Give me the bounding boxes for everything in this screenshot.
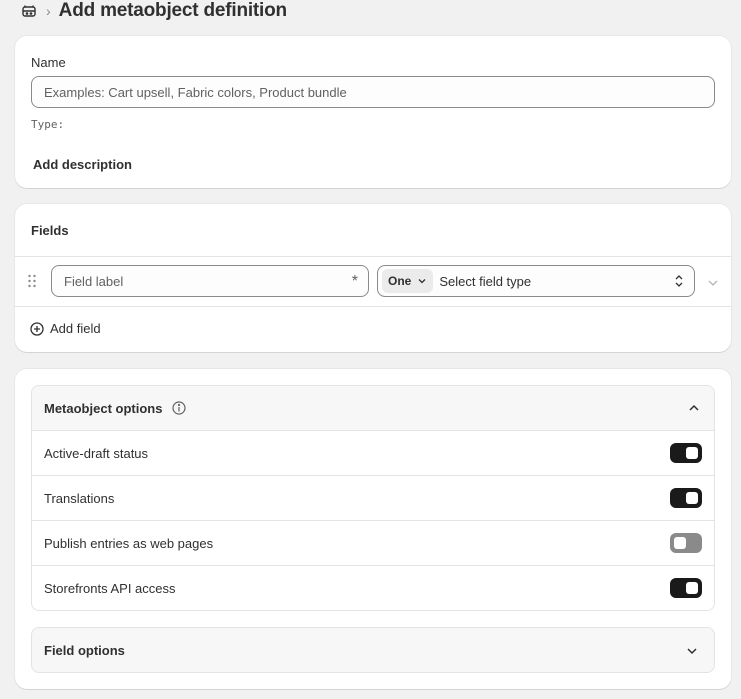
- type-label: Type:: [31, 118, 65, 131]
- divider: [15, 306, 731, 307]
- option-row-translations: Translations: [32, 476, 714, 521]
- metaobject-options-section: Metaobject options Active-draft status T…: [31, 385, 715, 611]
- option-label: Translations: [44, 490, 115, 506]
- metaobject-options-header[interactable]: Metaobject options: [32, 386, 714, 431]
- translations-toggle[interactable]: [670, 488, 702, 508]
- select-arrows-icon: [674, 274, 684, 291]
- active-draft-toggle[interactable]: [670, 443, 702, 463]
- fields-title: Fields: [31, 223, 69, 238]
- breadcrumb-separator: ›: [46, 3, 51, 19]
- option-row-publish-web-pages: Publish entries as web pages: [32, 521, 714, 566]
- add-description-button[interactable]: Add description: [33, 157, 132, 172]
- add-field-button[interactable]: Add field: [30, 321, 101, 336]
- metaobject-icon[interactable]: [20, 2, 38, 20]
- required-asterisk-icon: *: [351, 273, 358, 290]
- field-label-input[interactable]: Field label *: [51, 265, 369, 297]
- chevron-down-icon[interactable]: [686, 644, 698, 659]
- field-type-select[interactable]: One Select field type: [377, 265, 695, 297]
- option-row-active-draft: Active-draft status: [32, 431, 714, 476]
- name-label: Name: [31, 55, 66, 70]
- field-label-placeholder: Field label: [64, 273, 124, 289]
- field-options-section[interactable]: Field options: [31, 627, 715, 673]
- storefronts-api-toggle[interactable]: [670, 578, 702, 598]
- page-title: Add metaobject definition: [58, 0, 287, 21]
- option-label: Storefronts API access: [44, 581, 176, 596]
- page-header: › Add metaobject definition: [20, 0, 287, 22]
- option-label: Active-draft status: [44, 445, 149, 461]
- info-icon[interactable]: [172, 401, 187, 415]
- field-options-title: Field options: [44, 642, 125, 658]
- divider: [15, 256, 731, 257]
- plus-circle-icon: [30, 321, 44, 336]
- drag-handle-icon[interactable]: [27, 274, 37, 288]
- cardinality-select[interactable]: One: [382, 269, 434, 293]
- add-field-label: Add field: [50, 321, 101, 336]
- option-row-storefronts-api: Storefronts API access: [32, 566, 714, 610]
- publish-web-pages-toggle[interactable]: [670, 533, 702, 553]
- cardinality-label: One: [388, 274, 412, 288]
- chevron-down-icon[interactable]: [707, 276, 719, 291]
- name-input-placeholder: Examples: Cart upsell, Fabric colors, Pr…: [44, 84, 347, 100]
- options-card: Metaobject options Active-draft status T…: [15, 369, 731, 689]
- name-card: Name Examples: Cart upsell, Fabric color…: [15, 36, 731, 188]
- name-input[interactable]: Examples: Cart upsell, Fabric colors, Pr…: [31, 76, 715, 108]
- fields-card: Fields Field label * One Select field ty…: [15, 204, 731, 352]
- field-type-placeholder: Select field type: [439, 273, 532, 289]
- chevron-up-icon[interactable]: [688, 401, 700, 416]
- metaobject-options-title: Metaobject options: [44, 400, 163, 416]
- option-label: Publish entries as web pages: [44, 535, 214, 551]
- chevron-down-icon: [418, 279, 426, 284]
